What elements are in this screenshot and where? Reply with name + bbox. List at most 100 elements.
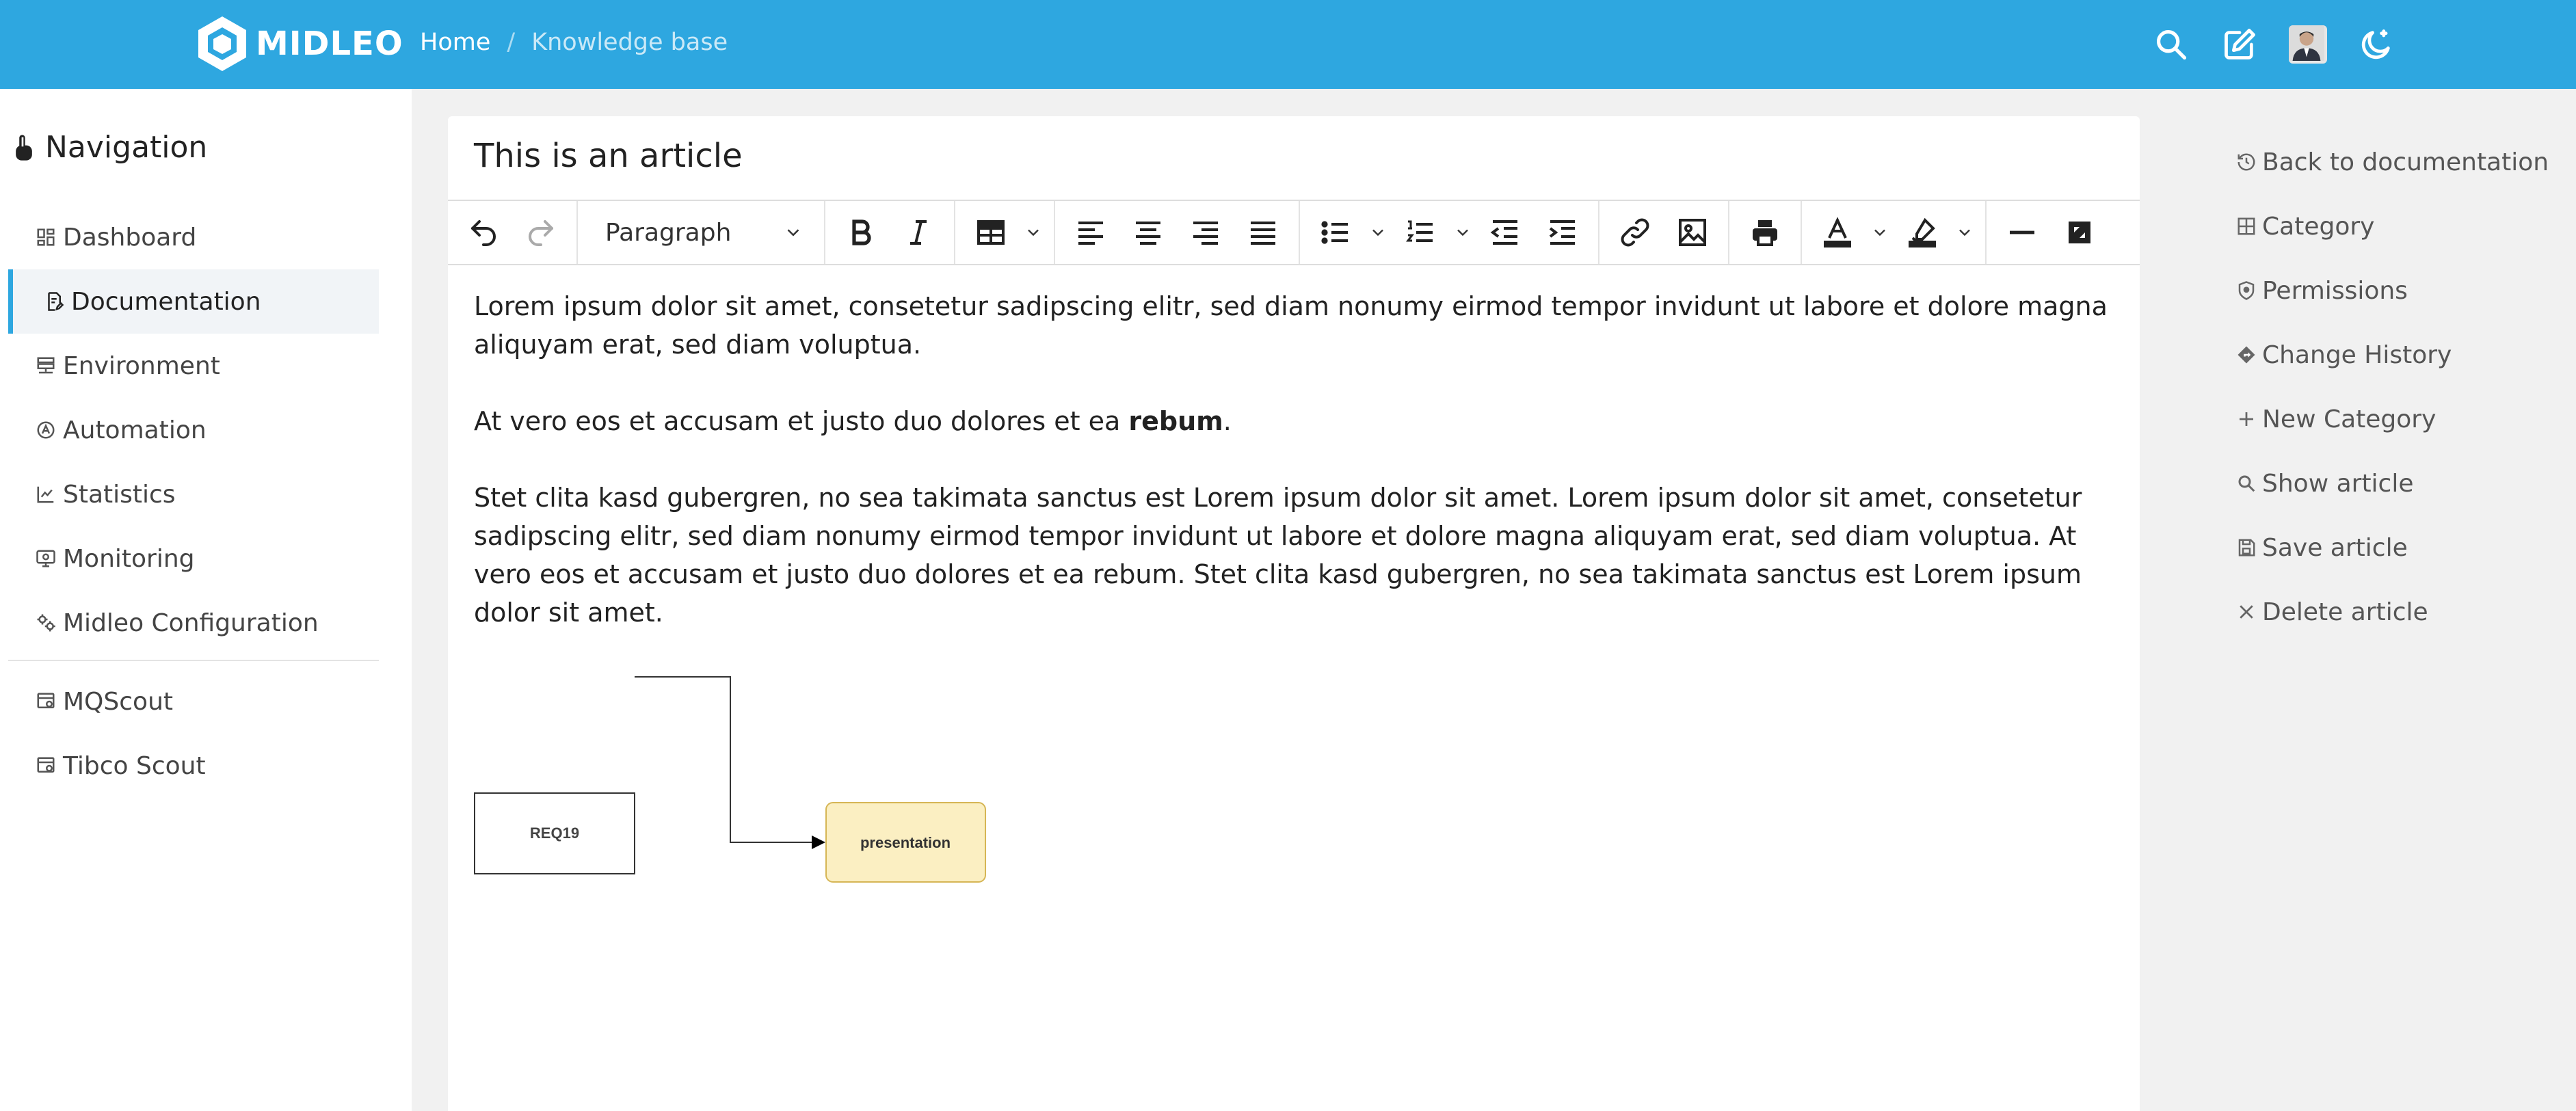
align-justify-button[interactable] [1234, 207, 1292, 258]
sidebar: Navigation Dashboard Documentation Envir… [0, 89, 412, 1111]
bullet-list-dropdown-button[interactable] [1364, 207, 1392, 258]
sidebar-item-label: Monitoring [63, 544, 195, 573]
color-group [1802, 201, 1987, 264]
show-article-link[interactable]: Show article [2236, 451, 2549, 516]
server-icon [37, 357, 55, 374]
paragraph-1: Lorem ipsum dolor sit amet, consetetur s… [474, 291, 2108, 360]
sidebar-item-label: Documentation [71, 287, 261, 316]
bullet-list-button[interactable] [1307, 207, 1364, 258]
logo-text: MIDLEO [256, 25, 403, 63]
italic-button[interactable] [890, 207, 947, 258]
breadcrumb-home-link[interactable]: Home [420, 29, 490, 56]
hand-pointer-icon [16, 134, 32, 161]
sidebar-item-documentation[interactable]: Documentation [8, 269, 379, 334]
diagram-connector [635, 676, 825, 849]
sidebar-item-monitoring[interactable]: Monitoring [8, 526, 379, 591]
table-button[interactable] [962, 207, 1020, 258]
text-color-button[interactable] [1809, 207, 1866, 258]
text-style-group [825, 201, 955, 264]
save-icon [2238, 539, 2255, 557]
app-logo[interactable]: MIDLEO [197, 15, 403, 72]
chevron-down-icon [1028, 229, 1039, 237]
back-to-documentation-link[interactable]: Back to documentation [2236, 130, 2549, 194]
breadcrumb-separator: / [507, 29, 516, 56]
italic-icon [910, 220, 927, 245]
search-icon [2156, 29, 2187, 60]
grid-icon [2238, 217, 2255, 235]
table-icon [977, 220, 1005, 245]
outdent-icon [1490, 220, 1517, 245]
scout-icon [37, 693, 55, 708]
permissions-link[interactable]: Permissions [2236, 258, 2549, 323]
chevron-down-icon [1959, 229, 1970, 237]
highlight-color-button[interactable] [1894, 207, 1951, 258]
history-icon [2238, 153, 2255, 171]
category-link[interactable]: Category [2236, 194, 2549, 258]
close-icon [2240, 605, 2253, 619]
navigation-heading: Navigation [12, 130, 207, 165]
article-actions: Back to documentation Category Permissio… [2236, 130, 2549, 644]
bold-button[interactable] [832, 207, 890, 258]
search-button[interactable] [2147, 21, 2195, 68]
text-color-icon [1824, 217, 1851, 247]
table-dropdown-button[interactable] [1020, 207, 1047, 258]
sidebar-item-environment[interactable]: Environment [8, 334, 379, 398]
navigation-title: Navigation [45, 130, 208, 165]
highlight-color-dropdown-button[interactable] [1951, 207, 1978, 258]
horizontal-rule-button[interactable] [1993, 207, 2051, 258]
article-title[interactable]: This is an article [474, 137, 743, 175]
monitor-icon [36, 550, 55, 567]
outdent-button[interactable] [1476, 207, 1534, 258]
link-button[interactable] [1606, 207, 1664, 258]
table-group [955, 201, 1055, 264]
new-category-link[interactable]: New Category [2236, 387, 2549, 451]
action-label: Change History [2262, 340, 2452, 369]
sidebar-item-mqscout[interactable]: MQScout [8, 669, 379, 734]
sidebar-item-statistics[interactable]: Statistics [8, 462, 379, 526]
numbered-list-button[interactable] [1392, 207, 1449, 258]
article-editor: This is an article Paragraph Lorem ipsum… [448, 116, 2140, 1111]
undo-icon [471, 220, 496, 246]
align-right-icon [1193, 222, 1218, 245]
sidebar-item-label: Tibco Scout [63, 751, 206, 780]
scout-icon [37, 757, 55, 773]
top-icons [2147, 21, 2421, 68]
sidebar-item-label: Environment [63, 351, 220, 380]
chevron-down-icon [1874, 229, 1885, 237]
sidebar-item-label: Automation [63, 416, 207, 444]
align-right-button[interactable] [1177, 207, 1234, 258]
numbered-list-dropdown-button[interactable] [1449, 207, 1476, 258]
indent-icon [1549, 220, 1575, 245]
bold-icon [852, 219, 871, 245]
block-format-select[interactable]: Paragraph [585, 207, 817, 258]
edit-button[interactable] [2216, 21, 2263, 68]
image-button[interactable] [1664, 207, 1721, 258]
sidebar-item-label: Statistics [63, 480, 176, 509]
article-body[interactable]: Lorem ipsum dolor sit amet, consetetur s… [474, 287, 2115, 670]
text-color-dropdown-button[interactable] [1866, 207, 1894, 258]
align-center-button[interactable] [1119, 207, 1177, 258]
dashboard-icon [37, 228, 55, 246]
user-menu-button[interactable] [2284, 21, 2332, 68]
sidebar-item-tibco-scout[interactable]: Tibco Scout [8, 734, 379, 798]
save-article-link[interactable]: Save article [2236, 516, 2549, 580]
fullscreen-button[interactable] [2051, 207, 2108, 258]
undo-button[interactable] [455, 207, 512, 258]
gears-icon [37, 614, 55, 632]
paragraph-2-end: . [1223, 406, 1232, 436]
sidebar-item-automation[interactable]: Automation [8, 398, 379, 462]
align-left-button[interactable] [1062, 207, 1119, 258]
embedded-diagram[interactable]: REQ19 presentation [474, 663, 1021, 923]
redo-button[interactable] [512, 207, 570, 258]
sidebar-item-midleo-configuration[interactable]: Midleo Configuration [8, 591, 379, 655]
sidebar-item-dashboard[interactable]: Dashboard [8, 205, 379, 269]
delete-article-link[interactable]: Delete article [2236, 580, 2549, 644]
change-history-link[interactable]: Change History [2236, 323, 2549, 387]
indent-button[interactable] [1534, 207, 1591, 258]
shield-icon [2238, 281, 2255, 300]
print-button[interactable] [1736, 207, 1794, 258]
action-label: Delete article [2262, 598, 2428, 626]
action-label: Category [2262, 212, 2375, 241]
theme-toggle-button[interactable] [2352, 21, 2400, 68]
avatar [2289, 25, 2327, 64]
